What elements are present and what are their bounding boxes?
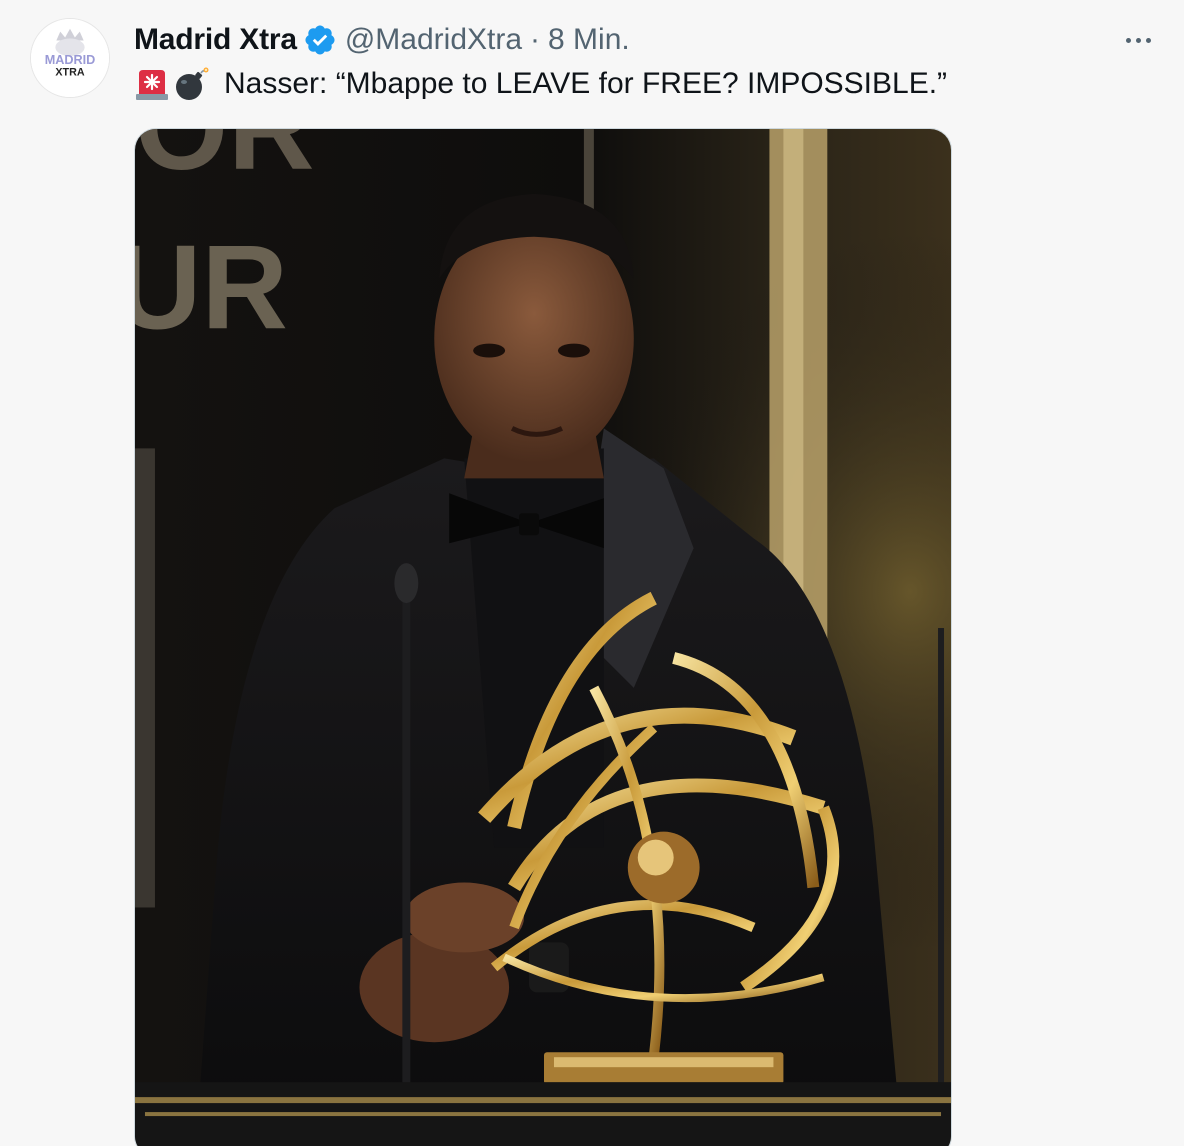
verified-badge-icon	[303, 23, 337, 57]
backdrop-letters-top: OR	[135, 129, 315, 195]
tweet-photo[interactable]: OR UR	[134, 128, 952, 1146]
rotating-light-emoji	[134, 66, 170, 102]
author-handle[interactable]: @MadridXtra	[345, 23, 522, 57]
avatar[interactable]: MADRID XTRA	[30, 18, 110, 98]
meta-separator: ·	[530, 23, 541, 56]
tweet-text: Nasser: “Mbappe to LEAVE for FREE? IMPOS…	[224, 67, 948, 100]
bomb-emoji	[174, 66, 210, 102]
avatar-text-xtra: XTRA	[55, 67, 84, 79]
photo-mbappe-trophy: OR UR	[135, 129, 951, 1146]
tweet-header: Madrid Xtra @MadridXtra · 8 Min.	[134, 20, 630, 60]
tweet-body: Nasser: “Mbappe to LEAVE for FREE? IMPOS…	[134, 64, 947, 104]
avatar-text-madrid: MADRID	[45, 53, 96, 67]
author-display-name[interactable]: Madrid Xtra	[134, 23, 297, 57]
madrid-xtra-logo: MADRID XTRA	[31, 19, 109, 97]
tweet-card: MADRID XTRA Madrid Xtra @MadridXtra · 8 …	[0, 0, 1184, 1146]
tweet-timestamp[interactable]: 8 Min.	[548, 23, 630, 57]
backdrop-letters-bottom: UR	[135, 222, 288, 355]
more-horizontal-icon[interactable]	[1118, 24, 1158, 56]
